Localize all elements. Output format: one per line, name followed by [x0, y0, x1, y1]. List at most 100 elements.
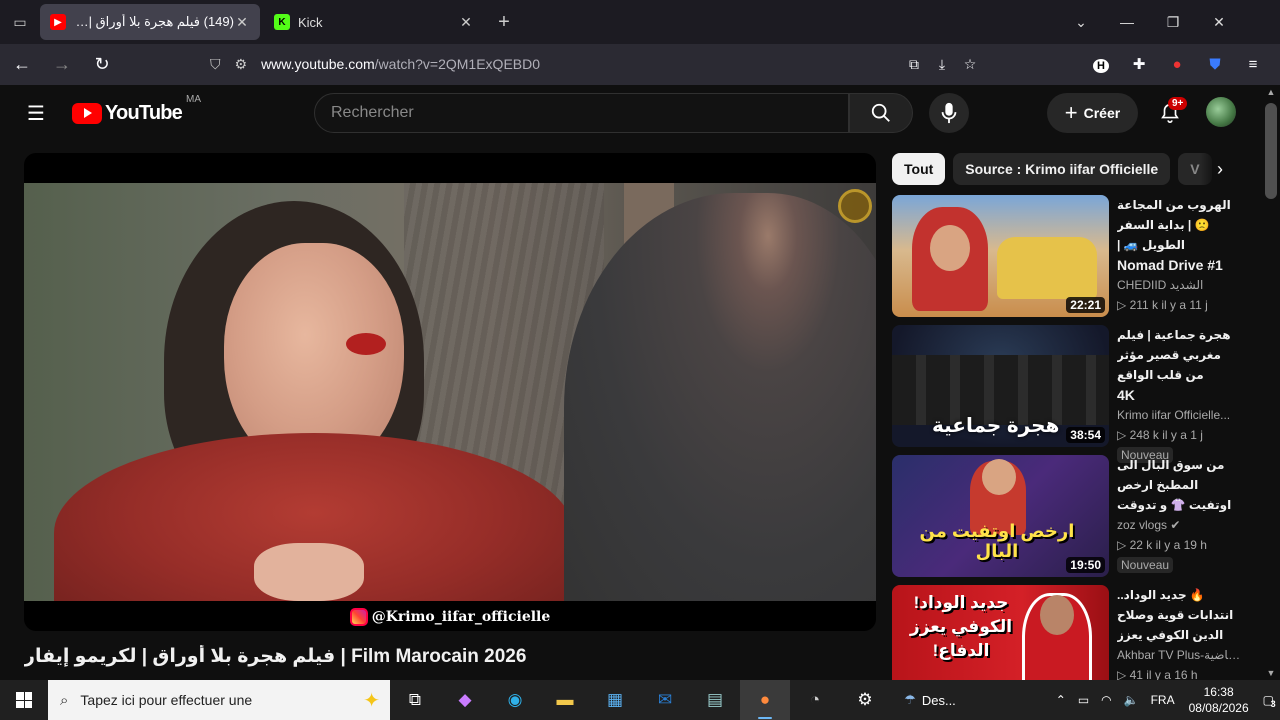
show-hidden-icons-icon[interactable]: ⌃: [1056, 693, 1066, 707]
scroll-down-icon[interactable]: ▼: [1262, 668, 1280, 678]
search-button[interactable]: [849, 93, 913, 133]
tab-title: (149) فيلم هجرة بلا أوراق | لكريمو: [74, 14, 234, 29]
microsoft-store-icon[interactable]: ▦: [590, 680, 640, 720]
video-frame[interactable]: [24, 183, 876, 601]
search-input[interactable]: Rechercher: [314, 93, 849, 133]
settings-gear-icon[interactable]: ⚙: [840, 680, 890, 720]
network-app-icon[interactable]: ▤: [690, 680, 740, 720]
chip-all[interactable]: Tout: [892, 153, 946, 185]
copilot-icon[interactable]: ◆: [440, 680, 490, 720]
filter-chips: Tout Source : Krimo iifar Officielle V ›: [892, 153, 1240, 185]
url-bar[interactable]: ⛉ ⚙ www.youtube.com/watch?v=2QM1ExQEBD0: [210, 48, 990, 80]
chevron-right-icon[interactable]: ›: [1200, 153, 1240, 185]
tab-overflow-icon[interactable]: ⌄: [1058, 14, 1104, 31]
video-thumbnail[interactable]: هجرة جماعية 38:54: [892, 325, 1109, 447]
close-tab-icon[interactable]: ✕: [458, 14, 474, 31]
instagram-icon: [349, 608, 368, 626]
duration-badge: 38:54: [1066, 427, 1105, 443]
youtube-logo[interactable]: YouTube MA: [72, 94, 201, 125]
video-thumbnail[interactable]: ارخص اوتفيت من البال 19:50: [892, 455, 1109, 577]
permissions-icon[interactable]: ⚙: [235, 56, 248, 73]
recommendation-item[interactable]: ارخص اوتفيت من البال 19:50 من سوق البال …: [892, 455, 1242, 577]
clock[interactable]: 16:38 08/08/2026: [1189, 684, 1249, 716]
battery-icon[interactable]: ▭: [1078, 693, 1089, 707]
scrollbar-thumb[interactable]: [1265, 103, 1277, 199]
channel-name[interactable]: CHEDIID الشديد: [1117, 275, 1242, 295]
new-tab-icon[interactable]: +: [488, 11, 520, 34]
url-host: www.youtube.com: [261, 56, 375, 72]
recommendation-item[interactable]: هجرة جماعية 38:54 هجرة جماعية | فيلم مغر…: [892, 325, 1242, 463]
wifi-icon[interactable]: ◠: [1101, 693, 1111, 707]
video-meta: الهروب من المجاعة 🙁 | بداية السفر الطويل…: [1117, 195, 1242, 315]
weather-label: Des...: [921, 692, 956, 708]
forward-icon[interactable]: →: [44, 49, 80, 81]
download-icon[interactable]: ⤓: [928, 56, 956, 73]
browser-navbar: ← → ↻ ⛉ ⚙ www.youtube.com/watch?v=2QM1Ex…: [0, 44, 1280, 85]
scroll-up-icon[interactable]: ▲: [1262, 87, 1280, 97]
maximize-icon[interactable]: ❐: [1150, 14, 1196, 31]
firefox-icon[interactable]: ●: [740, 680, 790, 720]
avatar[interactable]: [1206, 97, 1236, 127]
page-scrollbar[interactable]: ▲ ▼: [1262, 85, 1280, 680]
clock-date: 08/08/2026: [1188, 701, 1249, 715]
close-tab-icon[interactable]: ✕: [234, 14, 250, 31]
channel-watermark-icon: [838, 189, 872, 223]
minimize-icon[interactable]: —: [1104, 14, 1150, 30]
tab-youtube[interactable]: ▶ (149) فيلم هجرة بلا أوراق | لكريمو ✕: [40, 4, 260, 40]
channel-name[interactable]: zoz vlogs ✔: [1117, 515, 1242, 535]
channel-name[interactable]: Akhbar TV Plus-الرياضية: [1117, 645, 1242, 665]
video-thumbnail[interactable]: جديد الوداد! الكوفي يعزز الدفاع!: [892, 585, 1109, 680]
instagram-watermark: @Krimo_iifar_officielle: [24, 603, 876, 631]
volume-icon[interactable]: 🔈: [1124, 693, 1139, 707]
windows-start-button[interactable]: [0, 680, 48, 720]
video-person-back: [564, 193, 876, 601]
tab-title: Kick: [298, 14, 323, 30]
view-stats: ▷ 41 il y a 16 h: [1117, 668, 1198, 680]
bookmark-star-icon[interactable]: ☆: [956, 56, 984, 73]
edge-icon[interactable]: ◉: [490, 680, 540, 720]
video-player[interactable]: @Krimo_iifar_officielle: [24, 153, 876, 631]
system-tray: ⌃ ▭ ◠ 🔈 FRA 16:38 08/08/2026 ▢ 3: [1050, 680, 1280, 720]
extensions-puzzle-icon[interactable]: ✚: [1120, 55, 1158, 73]
windows-logo-icon: [16, 692, 32, 708]
taskbar-search-input[interactable]: ⌕ Tapez ici pour effectuer une ✦: [48, 680, 390, 720]
reload-icon[interactable]: ↻: [84, 49, 120, 81]
video-person-hand: [254, 543, 364, 601]
weather-widget[interactable]: ☂ Des...: [890, 680, 970, 720]
thumbnail-face: [1040, 595, 1074, 635]
thumbnail-face: [982, 459, 1016, 495]
recommendation-item[interactable]: 22:21 الهروب من المجاعة 🙁 | بداية السفر …: [892, 195, 1242, 317]
tab-list-icon[interactable]: ▭: [0, 0, 40, 44]
menu-icon[interactable]: ≡: [1234, 56, 1272, 73]
duration-badge: 19:50: [1066, 557, 1105, 573]
close-window-icon[interactable]: ✕: [1196, 14, 1242, 31]
thumbnail-face: [930, 225, 970, 271]
extension-h-icon[interactable]: H: [1082, 56, 1120, 73]
outlook-icon[interactable]: ✉: [640, 680, 690, 720]
picture-in-picture-icon[interactable]: ⧉: [900, 56, 928, 73]
extension-red-icon[interactable]: ●: [1158, 56, 1196, 73]
tab-kick[interactable]: K Kick ✕: [264, 4, 484, 40]
recording-app-icon[interactable]: ◔: [790, 680, 840, 720]
create-button[interactable]: + Créer: [1047, 93, 1138, 133]
view-stats: ▷ 211 k il y a 11 j: [1117, 298, 1208, 312]
chip-source[interactable]: Source : Krimo iifar Officielle: [953, 153, 1171, 185]
file-explorer-icon[interactable]: ▬: [540, 680, 590, 720]
shield-icon[interactable]: ⛉: [210, 56, 221, 73]
recommendation-item[interactable]: جديد الوداد! الكوفي يعزز الدفاع! 🔥 جديد …: [892, 585, 1242, 680]
microphone-icon: [941, 102, 957, 124]
task-view-icon[interactable]: ⧉: [390, 680, 440, 720]
notification-center-icon[interactable]: ▢ 3: [1263, 693, 1276, 709]
youtube-play-icon: [72, 102, 102, 124]
new-badge: Nouveau: [1117, 557, 1174, 573]
back-icon[interactable]: ←: [4, 49, 40, 81]
channel-name[interactable]: Krimo iifar Officielle...: [1117, 405, 1242, 425]
video-person-lips: [346, 333, 386, 355]
language-indicator[interactable]: FRA: [1151, 693, 1175, 707]
notifications-button[interactable]: 9+: [1150, 93, 1190, 133]
extension-shield-icon[interactable]: ⛊: [1196, 56, 1234, 73]
hamburger-menu-icon[interactable]: ☰: [16, 93, 56, 133]
voice-search-button[interactable]: [929, 93, 969, 133]
search-icon: ⌕: [60, 691, 69, 709]
video-thumbnail[interactable]: 22:21: [892, 195, 1109, 317]
